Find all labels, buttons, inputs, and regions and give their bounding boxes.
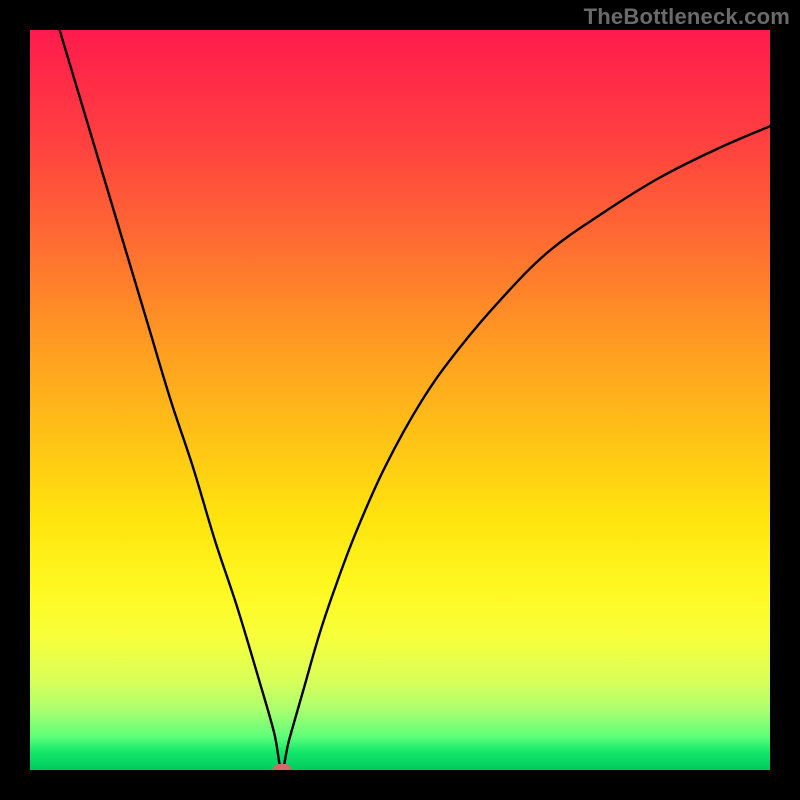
chart-frame: TheBottleneck.com [0, 0, 800, 800]
curve-svg [30, 30, 770, 770]
minimum-marker [273, 764, 291, 770]
plot-area [30, 30, 770, 770]
watermark-text: TheBottleneck.com [584, 4, 790, 30]
curve-path [60, 30, 770, 770]
